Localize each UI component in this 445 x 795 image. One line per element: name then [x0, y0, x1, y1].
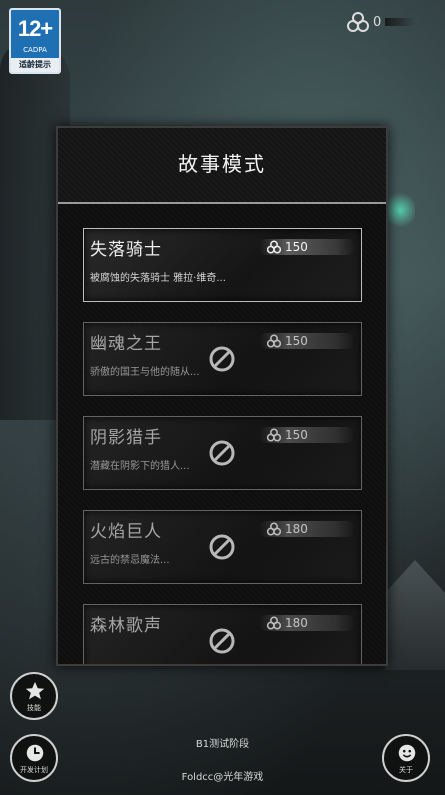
page-title: 故事模式	[178, 152, 266, 176]
panel-header: 故事模式	[58, 128, 386, 204]
triple-circle-icon	[267, 240, 281, 254]
age-rating-org: CADPA	[23, 46, 47, 54]
story-cost: 180	[259, 521, 355, 537]
story-cost: 150	[259, 333, 355, 349]
story-cost: 180	[259, 615, 355, 631]
story-cost-value: 180	[285, 616, 308, 630]
story-title: 失落骑士	[90, 240, 162, 260]
achievements-button[interactable]: 技能	[10, 672, 58, 720]
story-card[interactable]: 阴影猎手 150 潜藏在阴影下的猎人...	[83, 416, 362, 490]
story-list[interactable]: 失落骑士 150 被腐蚀的失落骑士 雅拉·维奇... 幽魂之王 150 骄傲的国王与他的随…	[58, 204, 386, 664]
age-rating-badge: 12+ CADPA 适龄提示	[9, 8, 61, 74]
currency-bar	[385, 18, 416, 26]
story-desc: 骄傲的国王与他的随从...	[90, 367, 200, 378]
background-glow	[385, 190, 415, 230]
achievements-label: 技能	[27, 704, 41, 712]
story-title: 森林歌声	[90, 616, 162, 636]
lock-prohibit-icon	[209, 440, 235, 466]
story-cost-value: 150	[285, 240, 308, 254]
story-mode-panel: 故事模式 失落骑士 150 被腐蚀的失落骑士 雅拉·维奇... 幽魂之王 150 骄傲的国…	[56, 126, 388, 666]
star-icon	[25, 681, 45, 700]
currency-display: 0	[347, 12, 416, 32]
story-desc: 远古的禁忌魔法...	[90, 555, 170, 566]
story-card[interactable]: 火焰巨人 180 远古的禁忌魔法...	[83, 510, 362, 584]
story-cost-value: 150	[285, 334, 308, 348]
story-cost: 150	[259, 239, 355, 255]
story-desc: 潜藏在阴影下的猎人...	[90, 461, 190, 472]
triple-circle-icon	[347, 12, 369, 32]
story-title: 阴影猎手	[90, 428, 162, 448]
story-card[interactable]: 幽魂之王 150 骄傲的国王与他的随从...	[83, 322, 362, 396]
test-stage-label: B1测试阶段	[195, 739, 250, 750]
lock-prohibit-icon	[209, 628, 235, 654]
credit-label: Foldcc@光年游戏	[181, 772, 264, 783]
lock-prohibit-icon	[209, 534, 235, 560]
story-title: 火焰巨人	[90, 522, 162, 542]
story-desc: 被腐蚀的失落骑士 雅拉·维奇...	[90, 273, 226, 284]
story-cost-value: 180	[285, 522, 308, 536]
story-title: 幽魂之王	[90, 334, 162, 354]
currency-count: 0	[373, 14, 382, 30]
story-cost: 150	[259, 427, 355, 443]
background-house	[385, 560, 445, 670]
triple-circle-icon	[267, 428, 281, 442]
lock-prohibit-icon	[209, 346, 235, 372]
triple-circle-icon	[267, 616, 281, 630]
age-rating: 12+	[17, 16, 53, 41]
story-cost-value: 150	[285, 428, 308, 442]
story-card[interactable]: 失落骑士 150 被腐蚀的失落骑士 雅拉·维奇...	[83, 228, 362, 302]
age-rating-tip: 适龄提示	[11, 58, 59, 72]
triple-circle-icon	[267, 522, 281, 536]
story-card[interactable]: 森林歌声 180	[83, 604, 362, 664]
triple-circle-icon	[267, 334, 281, 348]
